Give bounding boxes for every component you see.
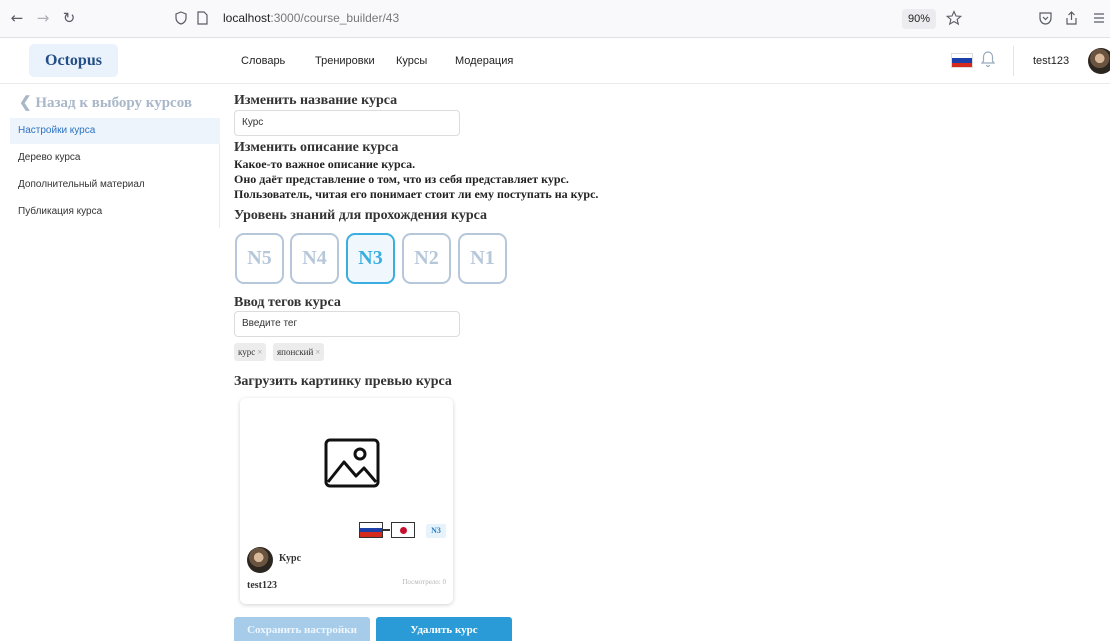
save-settings-button[interactable]: Сохранить настройки [234, 617, 370, 641]
bell-icon[interactable] [980, 50, 996, 68]
logo[interactable]: Octopus [29, 44, 118, 77]
course-preview-card[interactable]: N3 Курс test123 Посмотрело: 0 [240, 398, 453, 604]
zoom-level[interactable]: 90% [902, 9, 936, 29]
image-icon[interactable] [324, 438, 380, 488]
course-description-line[interactable]: Пользователь, читая его понимает стоит л… [234, 187, 598, 202]
tags-label: Ввод тегов курса [234, 295, 341, 310]
tag-chip: японский × [273, 343, 325, 361]
username[interactable]: test123 [1033, 55, 1069, 67]
arrow-icon [382, 529, 390, 531]
chevron-left-icon: ❮ [19, 95, 36, 111]
japanese-flag-icon [391, 522, 415, 538]
app-header: Octopus Словарь Тренировки Курсы Модерац… [0, 38, 1110, 84]
level-button-n3[interactable]: N3 [346, 233, 395, 284]
card-views: Посмотрело: 0 [402, 578, 446, 586]
card-title: Курс [279, 553, 302, 564]
tag-input[interactable]: Введите тег [234, 311, 460, 337]
reload-icon[interactable]: ↻ [60, 9, 78, 27]
url-text: localhost:3000/course_builder/43 [223, 11, 400, 25]
share-icon[interactable] [1064, 10, 1079, 26]
card-author: test123 [247, 580, 277, 591]
level-button-n5[interactable]: N5 [235, 233, 284, 284]
url-bar[interactable]: localhost:3000/course_builder/43 [168, 6, 948, 32]
tag-remove-icon[interactable]: × [315, 347, 320, 357]
star-icon[interactable] [946, 10, 962, 26]
course-name-input[interactable]: Курс [234, 110, 460, 136]
menu-icon[interactable] [1092, 11, 1106, 25]
course-description-line[interactable]: Оно даёт представление о том, что из себ… [234, 172, 569, 187]
sidebar: Настройки курса Дерево курса Дополнитель… [10, 118, 220, 228]
browser-toolbar: ← → ↻ localhost:3000/course_builder/43 9… [0, 0, 1110, 38]
preview-image-label: Загрузить картинку превью курса [234, 374, 452, 389]
sidebar-item-publish[interactable]: Публикация курса [10, 199, 220, 225]
back-to-courses-link[interactable]: ❮ Назад к выбору курсов [19, 93, 192, 112]
page-icon [197, 11, 208, 25]
pocket-icon[interactable] [1038, 11, 1053, 26]
level-label: Уровень знаний для прохождения курса [234, 208, 488, 223]
level-button-n1[interactable]: N1 [458, 233, 507, 284]
sidebar-item-settings[interactable]: Настройки курса [10, 118, 220, 144]
tag-remove-icon[interactable]: × [257, 347, 262, 357]
tag-chip: курс × [234, 343, 267, 361]
back-arrow-icon[interactable]: ← [8, 9, 26, 27]
sidebar-item-tree[interactable]: Дерево курса [10, 145, 220, 171]
author-avatar [247, 547, 273, 573]
level-badge: N3 [426, 524, 446, 538]
header-divider [1013, 46, 1014, 76]
nav-courses[interactable]: Курсы [396, 55, 427, 67]
avatar[interactable] [1088, 48, 1110, 74]
nav-dictionary[interactable]: Словарь [241, 55, 285, 67]
nav-trainings[interactable]: Тренировки [315, 55, 375, 67]
nav-moderation[interactable]: Модерация [455, 55, 513, 67]
course-description-label: Изменить описание курса [234, 140, 399, 155]
forward-arrow-icon[interactable]: → [34, 9, 52, 27]
russian-flag-icon[interactable] [951, 53, 973, 68]
level-button-n2[interactable]: N2 [402, 233, 451, 284]
course-description-line[interactable]: Какое-то важное описание курса. [234, 157, 415, 172]
russian-flag-icon [359, 522, 383, 538]
level-button-n4[interactable]: N4 [290, 233, 339, 284]
sidebar-item-materials[interactable]: Дополнительный материал [10, 172, 220, 198]
shield-icon [175, 11, 187, 25]
delete-course-button[interactable]: Удалить курс [376, 617, 512, 641]
course-name-label: Изменить название курса [234, 93, 398, 108]
